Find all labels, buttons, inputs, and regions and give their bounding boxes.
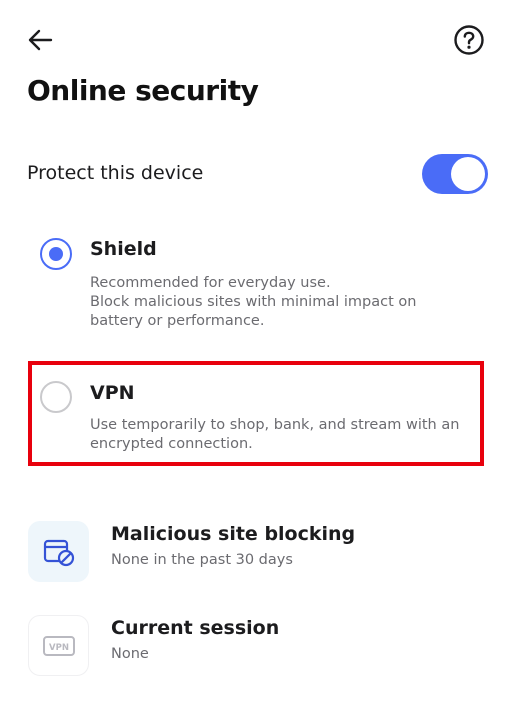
radio-selected-dot xyxy=(49,247,63,261)
shield-option-description: Recommended for everyday use. Block mali… xyxy=(90,275,417,329)
vpn-option-description: Use temporarily to shop, bank, and strea… xyxy=(90,417,460,452)
current-session-row[interactable]: VPN Current session None xyxy=(0,615,512,685)
arrow-left-icon xyxy=(28,29,53,51)
back-button[interactable] xyxy=(22,22,58,58)
current-session-title: Current session xyxy=(111,617,280,639)
protect-device-toggle[interactable] xyxy=(422,154,488,194)
blocked-browser-icon xyxy=(43,539,74,566)
shield-option-title[interactable]: Shield xyxy=(90,238,157,260)
malicious-site-blocking-tile xyxy=(28,521,89,582)
page-title: Online security xyxy=(27,74,259,107)
malicious-site-blocking-title: Malicious site blocking xyxy=(111,523,356,545)
vpn-radio[interactable] xyxy=(40,381,72,413)
question-circle-icon xyxy=(454,25,484,55)
malicious-site-blocking-subtitle: None in the past 30 days xyxy=(111,552,293,568)
current-session-subtitle: None xyxy=(111,646,149,662)
vpn-badge-icon: VPN xyxy=(42,635,75,656)
current-session-tile: VPN xyxy=(28,615,89,676)
help-button[interactable] xyxy=(451,22,487,58)
shield-radio[interactable] xyxy=(40,238,72,270)
protect-device-label: Protect this device xyxy=(27,162,204,184)
vpn-option-title[interactable]: VPN xyxy=(90,382,135,404)
toggle-knob xyxy=(451,157,485,191)
malicious-site-blocking-row[interactable]: Malicious site blocking None in the past… xyxy=(0,521,512,591)
vpn-badge-text: VPN xyxy=(49,643,69,653)
